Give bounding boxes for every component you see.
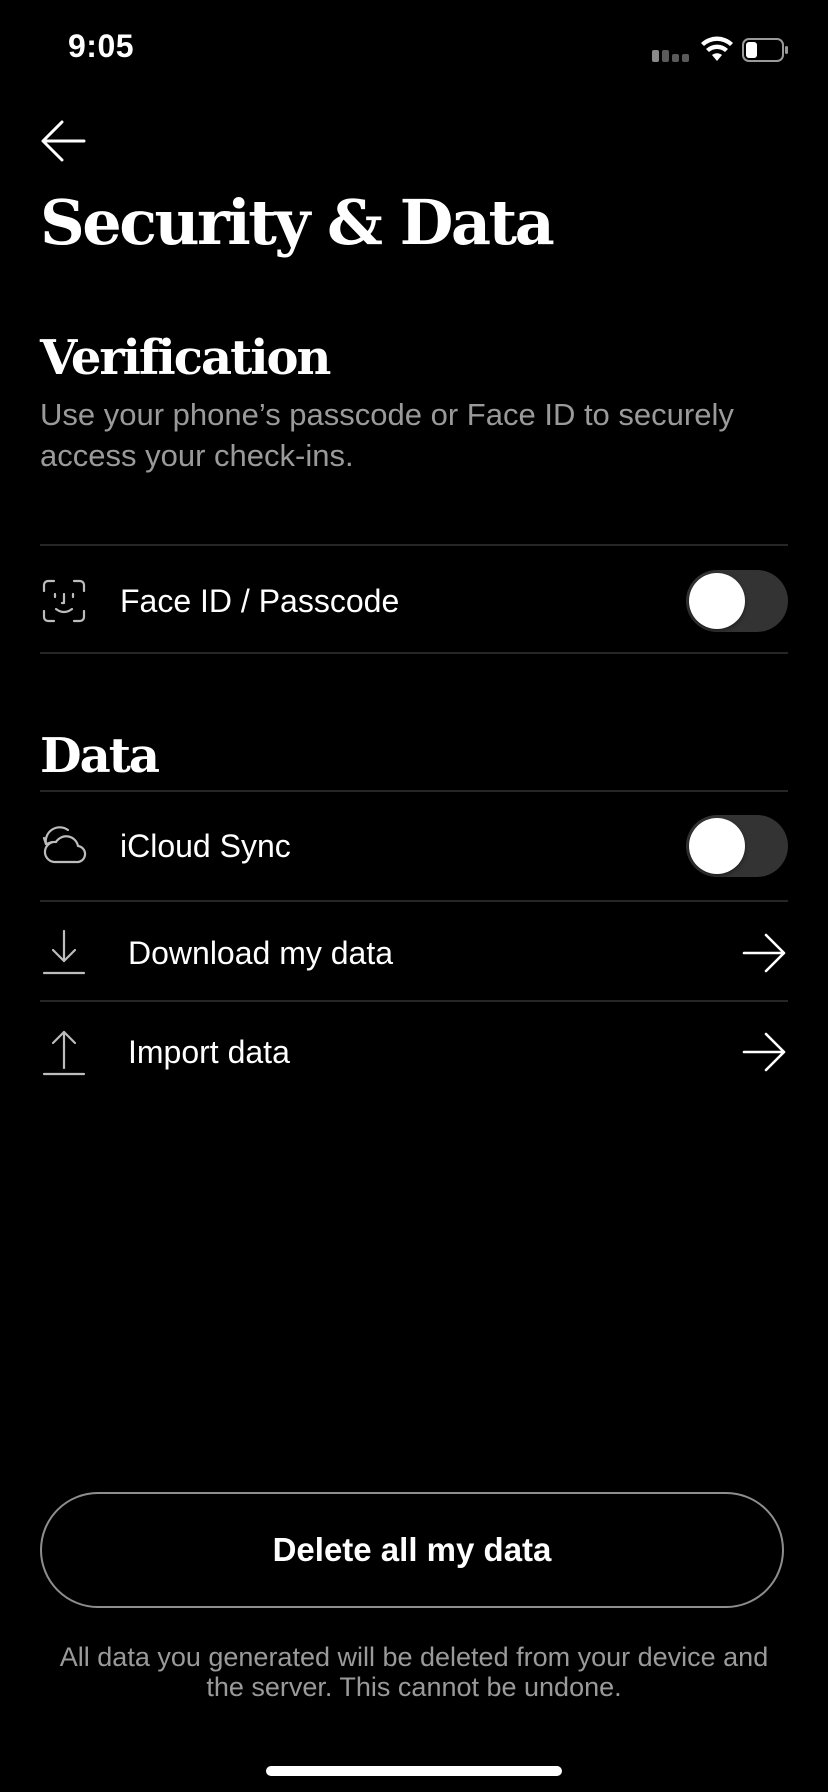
status-time: 9:05: [68, 28, 135, 64]
divider: [40, 544, 788, 546]
face-id-toggle[interactable]: [686, 570, 788, 632]
download-data-row[interactable]: Download my data: [40, 929, 788, 976]
divider: [40, 652, 788, 654]
import-data-label: Import data: [128, 1033, 290, 1070]
arrow-right-icon: [742, 1032, 786, 1072]
delete-warning-note: All data you generated will be deleted f…: [59, 1642, 769, 1702]
import-data-row[interactable]: Import data: [40, 1028, 788, 1076]
divider: [40, 1000, 788, 1002]
toggle-knob: [689, 573, 745, 629]
delete-all-data-button[interactable]: Delete all my data: [40, 1492, 784, 1608]
face-id-row[interactable]: Face ID / Passcode: [40, 570, 788, 632]
data-section-title: Data: [40, 728, 160, 784]
battery-icon: [742, 38, 788, 62]
cellular-signal-icon: [652, 48, 690, 62]
icloud-sync-toggle[interactable]: [686, 815, 788, 877]
home-indicator[interactable]: [266, 1766, 562, 1776]
arrow-right-icon: [742, 933, 786, 973]
divider: [40, 900, 788, 902]
icloud-sync-label: iCloud Sync: [120, 827, 291, 864]
divider: [40, 790, 788, 792]
face-id-label: Face ID / Passcode: [120, 582, 400, 619]
upload-icon: [42, 1030, 86, 1076]
download-data-label: Download my data: [128, 934, 394, 971]
toggle-knob: [689, 818, 745, 874]
icloud-sync-row[interactable]: iCloud Sync: [40, 815, 788, 877]
back-arrow-icon[interactable]: [38, 116, 88, 166]
cloud-sync-icon: [42, 826, 87, 864]
verification-description: Use your phone’s passcode or Face ID to …: [40, 397, 734, 473]
download-icon: [42, 929, 86, 975]
wifi-icon: [701, 36, 733, 61]
verification-section-title: Verification: [40, 330, 331, 386]
face-id-icon: [42, 579, 86, 623]
page-title: Security & Data: [40, 186, 555, 259]
